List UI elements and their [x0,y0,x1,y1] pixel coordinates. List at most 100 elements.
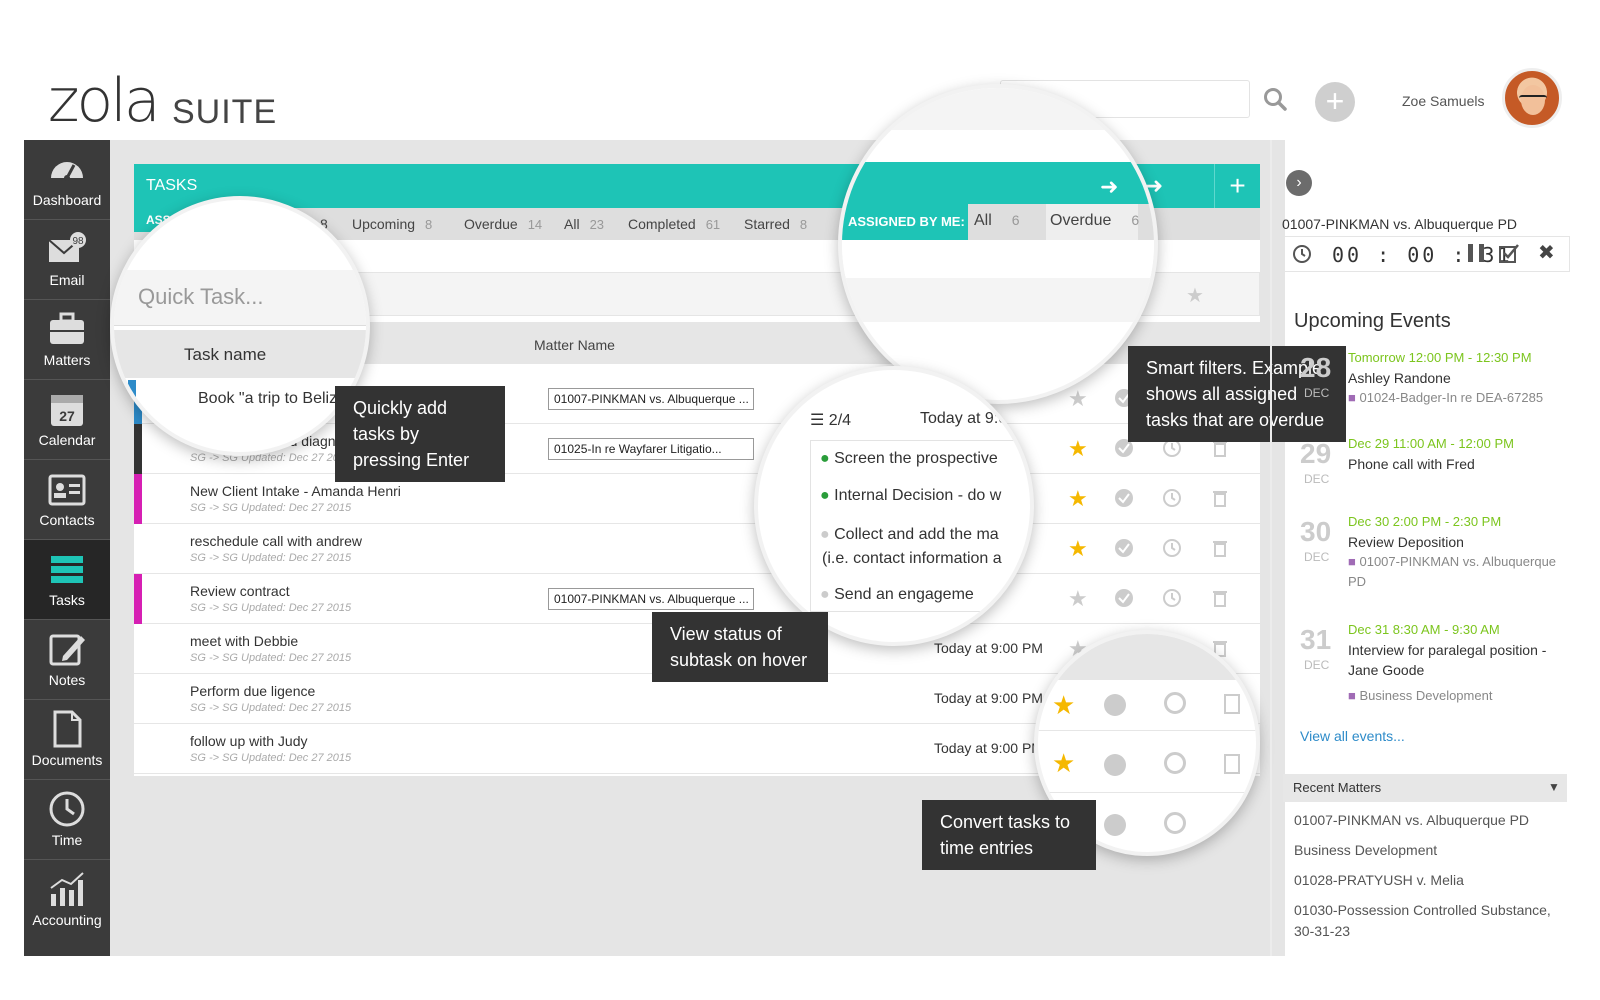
check-icon[interactable] [1104,814,1126,836]
task-name[interactable]: reschedule call with andrew [190,533,362,549]
subtask-item[interactable]: ● Screen the prospective [820,450,998,468]
event-matter[interactable]: ■ 01024-Badger-In re DEA-67285 [1348,388,1558,408]
chevron-right-icon[interactable]: › [1286,170,1312,196]
add-task-button[interactable]: + [1214,164,1260,208]
user-name[interactable]: Zoe Samuels [1402,93,1484,109]
column-header-matter[interactable]: Matter Name [534,337,615,353]
star-icon[interactable]: ★ [1068,436,1088,462]
task-due-date: Today at 9:00 PM [934,690,1043,706]
check-circle-icon: ● [820,586,830,603]
chevron-down-icon[interactable]: ▼ [1548,780,1560,794]
sidebar-item-email[interactable]: 98 Email [24,220,110,300]
task-meta: SG -> SG Updated: Dec 27 2015 [190,702,352,714]
event-matter-text: 01007-PINKMAN vs. Albuquerque PD [1348,554,1557,589]
recent-matters-header[interactable]: Recent Matters [1283,774,1567,802]
tasks-title: TASKS [146,177,198,194]
pause-icon[interactable] [1468,244,1484,262]
filter-label: Starred [744,216,790,232]
star-icon[interactable]: ★ [1052,748,1075,779]
sidebar-item-tasks[interactable]: Tasks [24,540,110,620]
check-circle-icon: ● [820,487,830,504]
task-name[interactable]: Review contract [190,583,290,599]
view-all-events-link[interactable]: View all events... [1300,728,1405,744]
matter-select[interactable]: 01007-PINKMAN vs. Albuquerque ... [548,388,754,410]
sidebar-item-label: Calendar [38,432,96,448]
clock-icon[interactable] [1162,538,1182,558]
recent-matter-item[interactable]: 01028-PRATYUSH v. Melia [1294,870,1556,891]
clock-icon[interactable] [1164,692,1186,714]
matter-select[interactable]: 01007-PINKMAN vs. Albuquerque ... [548,588,754,610]
column-header-task[interactable]: Task name [184,345,266,365]
subtask-item[interactable]: ● Collect and add the ma [820,526,999,544]
table-row[interactable]: reschedule call with andrew SG -> SG Upda… [134,524,1260,574]
task-name[interactable]: Perform due ligence [190,683,315,699]
clock-icon[interactable] [1162,588,1182,608]
star-icon[interactable]: ★ [1186,283,1204,308]
star-icon[interactable]: ★ [1052,690,1075,721]
check-icon[interactable] [1104,754,1126,776]
event-time: Dec 30 2:00 PM - 2:30 PM [1348,514,1502,529]
sidebar-item-calendar[interactable]: 27 Calendar [24,380,110,460]
trash-icon[interactable] [1210,538,1230,558]
matter-select[interactable]: 01025-In re Wayfarer Litigatio... [548,438,754,460]
event-matter[interactable]: ■ Business Development [1348,686,1558,706]
check-icon[interactable] [1114,588,1134,608]
check-square-icon[interactable] [1498,242,1520,264]
star-icon[interactable]: ★ [1068,586,1088,612]
filter-all[interactable]: All 23 [564,216,604,232]
event-title[interactable]: Phone call with Fred [1348,454,1568,474]
event-title[interactable]: Ashley Randone [1348,368,1568,388]
clock-icon[interactable] [1162,488,1182,508]
clock-icon[interactable] [1164,812,1186,834]
filter-by-overdue[interactable]: Overdue 6 [1050,212,1139,230]
upcoming-events-title: Upcoming Events [1294,310,1451,332]
filter-by-all[interactable]: All 6 [974,212,1020,230]
close-icon[interactable]: ✖ [1538,240,1555,265]
star-icon[interactable]: ★ [1068,486,1088,512]
trash-icon[interactable] [1210,488,1230,508]
sidebar-item-matters[interactable]: Matters [24,300,110,380]
task-name[interactable]: New Client Intake - Amanda Henri [190,483,401,499]
filter-overdue[interactable]: Overdue 14 [464,216,542,232]
check-icon[interactable] [1104,694,1126,716]
trash-icon[interactable] [1224,694,1240,714]
sidebar-item-notes[interactable]: Notes [24,620,110,700]
star-icon[interactable]: ★ [1068,536,1088,562]
sidebar-item-contacts[interactable]: Contacts [24,460,110,540]
task-due-date: Today at 9:00 PM [934,640,1043,656]
filter-label: Overdue [464,216,518,232]
recent-matter-item[interactable]: Business Development [1294,840,1556,861]
quick-task-input[interactable]: Quick Task... [138,284,264,310]
filter-starred[interactable]: Starred 8 [744,216,807,232]
sidebar-item-time[interactable]: Time [24,780,110,860]
clock-icon[interactable] [1164,752,1186,774]
trash-icon[interactable] [1224,754,1240,774]
recent-matter-item[interactable]: 01007-PINKMAN vs. Albuquerque PD [1294,810,1556,831]
star-icon[interactable]: ★ [1068,386,1088,412]
task-name[interactable]: meet with Debbie [190,633,298,649]
search-icon[interactable] [1262,86,1288,112]
timer-matter[interactable]: 01007-PINKMAN vs. Albuquerque PD [1282,216,1517,232]
task-due-date: Today at 9:00 PM [934,740,1043,756]
subtask-item[interactable]: ● Internal Decision - do w [820,487,1001,505]
task-name[interactable]: follow up with Judy [190,733,308,749]
filter-completed[interactable]: Completed 61 [628,216,720,232]
event-title[interactable]: Review Deposition [1348,532,1568,552]
plus-icon[interactable]: + [1315,82,1355,122]
recent-matter-item[interactable]: 01030-Possession Controlled Substance, 3… [1294,900,1556,942]
subtask-item[interactable]: ● Send an engageme [820,586,974,604]
trash-icon[interactable] [1210,588,1230,608]
sidebar-item-accounting[interactable]: Accounting [24,860,110,940]
task-meta: SG -> SG Updated: Dec 27 2015 [190,602,352,614]
subtask-text-continued: (i.e. contact information a [822,550,1002,567]
event-time: Tomorrow 12:00 PM - 12:30 PM [1348,350,1532,365]
event-title[interactable]: Interview for paralegal position - Jane … [1348,640,1568,680]
event-matter[interactable]: ■ 01007-PINKMAN vs. Albuquerque PD [1348,552,1558,592]
sidebar-item-documents[interactable]: Documents [24,700,110,780]
filter-upcoming[interactable]: Upcoming 8 [352,216,432,232]
avatar[interactable] [1502,68,1562,128]
check-icon[interactable] [1114,488,1134,508]
table-row[interactable]: New Client Intake - Amanda Henri SG -> SG… [134,474,1260,524]
sidebar-item-dashboard[interactable]: Dashboard [24,140,110,220]
check-icon[interactable] [1114,538,1134,558]
